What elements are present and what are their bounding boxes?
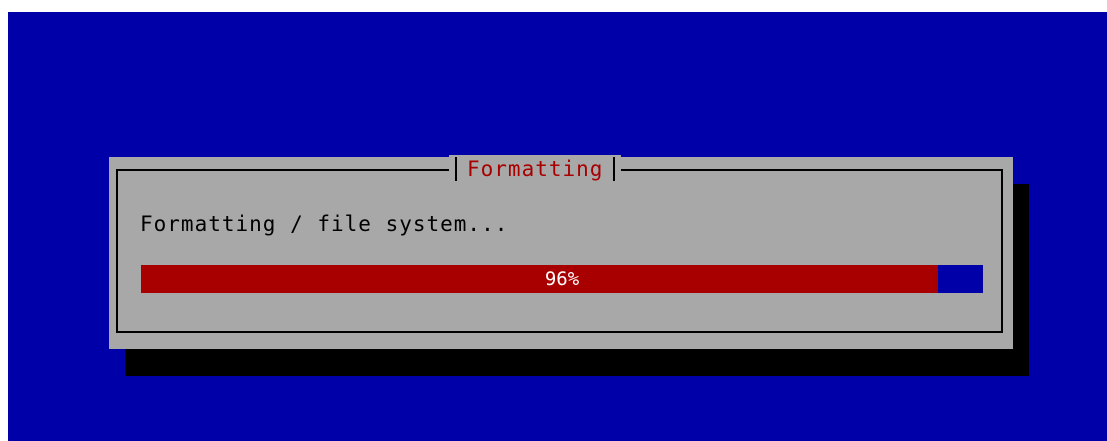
dialog-title: Formatting xyxy=(467,157,604,181)
title-left-bracket xyxy=(455,157,457,181)
installer-screen: Formatting Formatting / file system... 9… xyxy=(8,12,1107,441)
progress-bar: 96% xyxy=(141,265,983,293)
formatting-dialog: Formatting Formatting / file system... 9… xyxy=(109,155,1013,349)
title-right-bracket xyxy=(613,157,616,181)
dialog-title-area: Formatting xyxy=(449,155,622,183)
dialog-frame xyxy=(116,169,1003,333)
progress-percentage: 96% xyxy=(544,268,580,290)
status-message: Formatting / file system... xyxy=(140,212,509,236)
